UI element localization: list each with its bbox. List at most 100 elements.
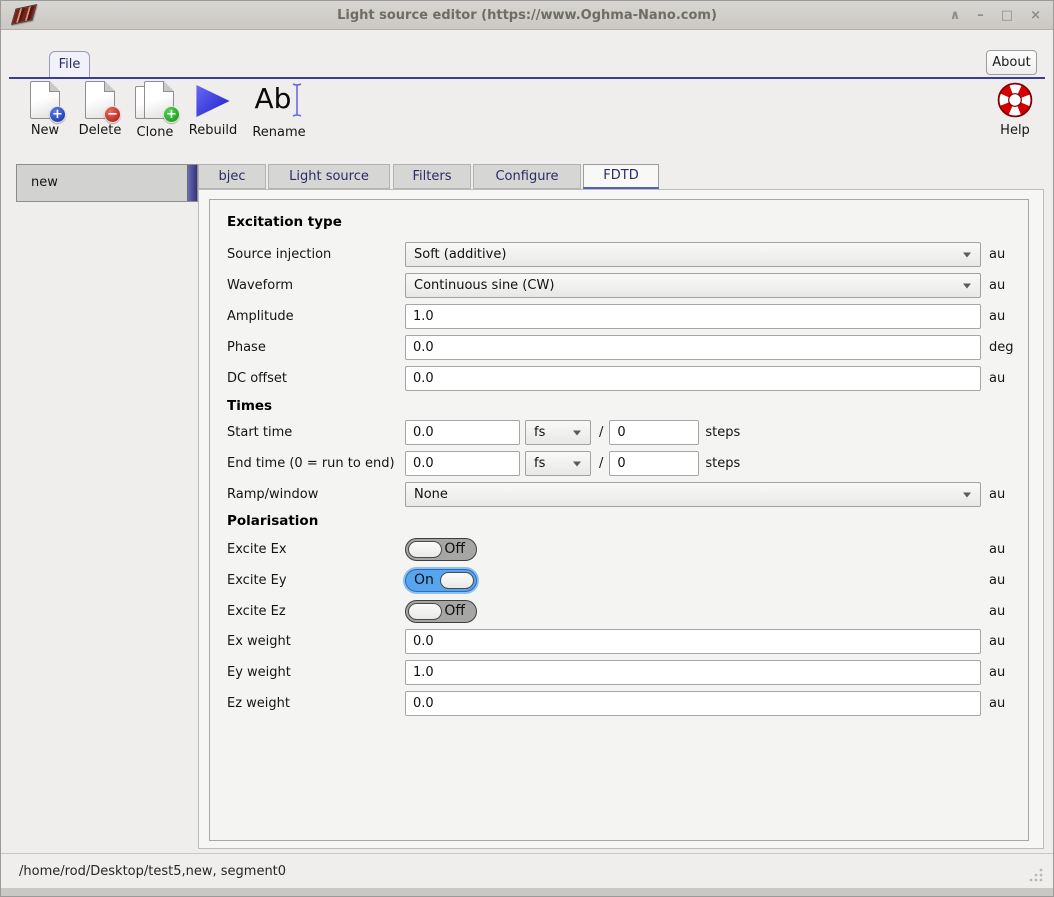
amplitude-input[interactable] [405,304,981,329]
delete-button-label: Delete [75,123,125,138]
tab-object[interactable]: bjec [198,164,266,189]
phase-input[interactable] [405,335,981,360]
field-label: Waveform [227,278,405,293]
excite-ey-toggle[interactable]: On [405,569,477,592]
end-time-unit-dropdown[interactable]: fs [525,451,591,476]
sidebar-item-new[interactable]: new [16,164,198,202]
row-start-time: Start time fs / steps [227,420,1019,445]
play-triangle-icon [195,85,231,117]
light-source-editor-window: Light source editor (https://www.Oghma-N… [0,0,1054,897]
tab-filters[interactable]: Filters [393,164,471,189]
start-steps-input[interactable] [609,420,699,445]
unit-label: au [989,487,1005,502]
text-cursor-icon [291,81,303,119]
clone-button[interactable]: + Clone [131,81,179,140]
window-controls: ∧ – □ × [950,1,1041,30]
excite-ex-toggle[interactable]: Off [405,538,477,561]
row-ex-weight: Ex weight au [227,629,1019,654]
front-document-icon: + [144,81,174,119]
delete-document-icon: − [85,81,115,119]
field-label: Ramp/window [227,487,405,502]
help-button-label: Help [993,123,1037,138]
rename-button-label: Rename [249,125,309,140]
field-label: Excite Ex [227,542,405,557]
start-time-input[interactable] [405,420,520,445]
row-ey-weight: Ey weight au [227,660,1019,685]
ex-weight-input[interactable] [405,629,981,654]
clone-documents-icon: + [135,81,175,121]
chevron-down-icon [963,283,971,288]
end-time-input[interactable] [405,451,520,476]
field-label: Ey weight [227,665,405,680]
page-fold-icon [49,81,60,92]
plus-badge-icon: + [163,106,180,123]
field-label: End time (0 = run to end) [227,456,405,471]
chevron-down-icon [573,461,581,466]
titlebar: Light source editor (https://www.Oghma-N… [1,1,1053,30]
minimize-button[interactable]: – [977,1,984,30]
row-source-injection: Source injection Soft (additive) au [227,242,1019,267]
field-label: Start time [227,425,405,440]
unit-label: deg [989,340,1014,355]
maximize-button[interactable]: □ [1001,1,1013,30]
toggle-state-label: On [414,572,434,588]
slash-separator: / [599,425,603,440]
field-label: Amplitude [227,309,405,324]
toggle-state-label: Off [444,603,465,619]
rename-button[interactable]: Ab Rename [249,81,309,140]
slash-separator: / [599,456,603,471]
ramp-window-dropdown[interactable]: None [405,482,981,507]
end-steps-input[interactable] [609,451,699,476]
row-excite-ez: Excite Ez Off au [227,599,1019,624]
toggle-knob [440,572,474,589]
row-excite-ey: Excite Ey On au [227,568,1019,593]
steps-label: steps [705,456,740,471]
field-label: Phase [227,340,405,355]
close-button[interactable]: × [1030,1,1041,30]
shade-button[interactable]: ∧ [950,1,961,30]
rebuild-button[interactable]: Rebuild [187,81,239,138]
new-button[interactable]: + New [23,81,67,138]
tab-fdtd[interactable]: FDTD [583,164,659,189]
waveform-dropdown[interactable]: Continuous sine (CW) [405,273,981,298]
window-bottom-edge [1,888,1053,896]
row-dc-offset: DC offset au [227,366,1019,391]
unit-label: au [989,665,1005,680]
field-label: Ez weight [227,696,405,711]
sidebar-scrollbar[interactable] [187,165,197,201]
rename-ab-glyph: Ab [255,81,292,117]
dc-offset-input[interactable] [405,366,981,391]
resize-grip[interactable] [1029,868,1043,882]
minus-badge-icon: − [104,106,121,123]
fdtd-form-panel: Excitation type Source injection Soft (a… [209,199,1029,841]
dropdown-value: Soft (additive) [414,247,506,262]
about-button[interactable]: About [986,50,1037,75]
start-time-unit-dropdown[interactable]: fs [525,420,591,445]
toggle-state-label: Off [444,541,465,557]
ez-weight-input[interactable] [405,691,981,716]
field-label: Excite Ez [227,604,405,619]
unit-label: au [989,278,1005,293]
rebuild-button-label: Rebuild [187,123,239,138]
page-fold-icon [163,81,174,92]
section-excitation-type: Excitation type [227,214,342,230]
chevron-down-icon [963,492,971,497]
excite-ez-toggle[interactable]: Off [405,600,477,623]
tab-configure[interactable]: Configure [473,164,581,189]
tab-light-source[interactable]: Light source [268,164,390,189]
source-injection-dropdown[interactable]: Soft (additive) [405,242,981,267]
new-button-label: New [23,123,67,138]
unit-label: au [989,696,1005,711]
unit-label: au [989,604,1005,619]
unit-label: au [989,634,1005,649]
help-button[interactable]: Help [993,81,1037,138]
row-ramp-window: Ramp/window None au [227,482,1019,507]
plus-badge-icon: + [49,106,66,123]
delete-button[interactable]: − Delete [75,81,125,138]
ey-weight-input[interactable] [405,660,981,685]
chevron-down-icon [963,252,971,257]
unit-label: au [989,309,1005,324]
row-ez-weight: Ez weight au [227,691,1019,716]
window-title: Light source editor (https://www.Oghma-N… [1,1,1053,30]
file-menu-tab[interactable]: File [49,51,90,77]
